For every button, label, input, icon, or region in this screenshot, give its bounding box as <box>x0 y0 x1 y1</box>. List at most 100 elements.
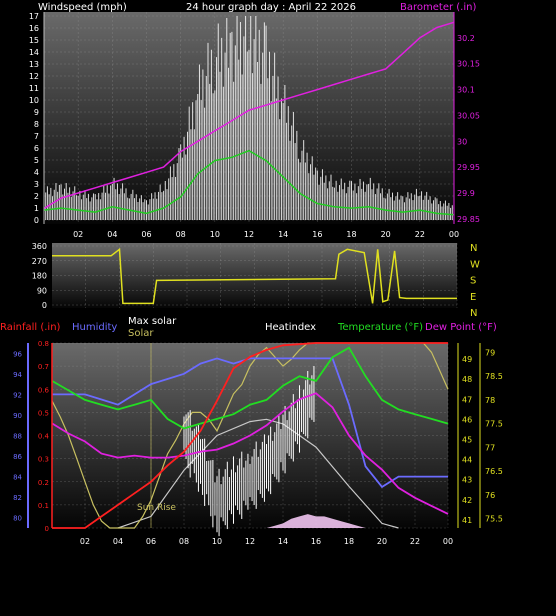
compass-label: N <box>470 243 477 254</box>
humidity-tick-label: 88 <box>13 433 22 441</box>
humidity-tick-label: 96 <box>13 350 22 358</box>
time-tick-label: 18 <box>346 230 356 239</box>
windspeed-tick-label: 1 <box>34 204 39 213</box>
temperature-time-axis: 02 04 06 08 10 12 14 16 18 20 22 00 <box>80 537 453 546</box>
dew-point-tick-label: 45 <box>462 436 472 445</box>
windspeed-tick-label: 2 <box>34 192 39 201</box>
time-tick-label: 12 <box>245 537 255 546</box>
direction-tick-label: 0 <box>42 301 47 310</box>
weather-graph-page: 0 1 2 3 4 5 6 7 8 9 10 11 12 13 14 15 16 17 29.85 29.9 29.9… <box>0 0 556 612</box>
time-tick-label: 06 <box>146 537 156 546</box>
dew-point-tick-label: 47 <box>462 395 472 404</box>
rainfall-tick-label: 0.4 <box>38 433 50 441</box>
compass-label: N <box>470 308 477 319</box>
wind-barometer-chart: 01234567891011121314151617 29.8529.929.9… <box>29 2 480 239</box>
time-tick-label: 14 <box>278 537 288 546</box>
humidity-tick-label: 86 <box>13 453 22 461</box>
time-tick-label: 04 <box>113 537 123 546</box>
direction-tick-label: 270 <box>32 257 47 266</box>
humidity-tick-label: 92 <box>13 391 22 399</box>
dew-point-tick-label: 48 <box>462 375 472 384</box>
time-tick-label: 08 <box>176 230 186 239</box>
sunrise-label: Sun Rise <box>137 503 176 513</box>
temperature-tick-label: 79 <box>485 348 495 357</box>
solar-legend: Solar <box>128 328 154 339</box>
humidity-tick-label: 80 <box>13 515 22 523</box>
rainfall-tick-label: 0.1 <box>38 502 49 510</box>
rainfall-tick-label: 0 <box>45 525 49 533</box>
windspeed-tick-label: 4 <box>34 168 39 177</box>
time-tick-label: 10 <box>212 537 222 546</box>
time-tick-label: 10 <box>210 230 220 239</box>
windspeed-axis: 01234567891011121314151617 <box>29 12 45 225</box>
dew-point-tick-label: 41 <box>462 516 472 525</box>
time-tick-label: 20 <box>381 230 391 239</box>
time-tick-label: 12 <box>244 230 254 239</box>
rainfall-tick-label: 0.5 <box>38 409 49 417</box>
windspeed-tick-label: 13 <box>29 60 39 69</box>
wind-direction-chart: 0 90 180 270 360 NWSEN <box>32 242 480 319</box>
barometer-tick-label: 30.2 <box>457 34 475 43</box>
barometer-tick-label: 30 <box>457 137 467 146</box>
temperature-tick-label: 77 <box>485 443 495 452</box>
temperature-legend: Temperature (°F) <box>337 322 423 333</box>
time-tick-label: 04 <box>107 230 117 239</box>
temperature-tick-label: 75.5 <box>485 515 503 524</box>
barometer-label: Barometer (.in) <box>400 2 476 13</box>
rainfall-tick-label: 0.2 <box>38 479 49 487</box>
barometer-axis: 29.85 29.9 29.95 30 30.05 30.1 30.15 30.2 <box>453 12 480 224</box>
rainfall-tick-label: 0.3 <box>38 456 49 464</box>
rainfall-tick-label: 0.6 <box>38 386 50 394</box>
compass-axis: NWSEN <box>470 243 480 319</box>
windspeed-label: Windspeed (mph) <box>38 2 127 13</box>
barometer-tick-label: 30.1 <box>457 86 475 95</box>
humidity-tick-label: 94 <box>13 371 22 379</box>
rainfall-tick-label: 0.8 <box>38 340 49 348</box>
time-tick-label: 22 <box>415 230 425 239</box>
time-tick-label: 02 <box>73 230 83 239</box>
graph-title: 24 hour graph day : April 22 2026 <box>186 2 356 13</box>
time-tick-label: 22 <box>410 537 420 546</box>
windspeed-tick-label: 8 <box>34 120 39 129</box>
rainfall-legend: Rainfall (.in) <box>0 322 61 333</box>
windspeed-tick-label: 16 <box>29 24 39 33</box>
dew-point-legend: Dew Point (°F) <box>425 322 497 333</box>
temperature-humidity-chart: 0 0.1 0.2 0.3 0.4 0.5 0.6 0.7 0.8 80 82 84 86 88 90 92 9… <box>0 316 503 546</box>
barometer-tick-label: 30.05 <box>457 111 480 120</box>
humidity-tick-label: 90 <box>13 412 22 420</box>
time-tick-label: 18 <box>344 537 354 546</box>
windspeed-tick-label: 14 <box>29 48 39 57</box>
heatindex-legend: Heatindex <box>265 322 316 333</box>
dew-point-tick-label: 44 <box>462 456 472 465</box>
direction-tick-label: 180 <box>32 272 47 281</box>
windspeed-tick-label: 3 <box>34 180 39 189</box>
windspeed-tick-label: 9 <box>34 108 39 117</box>
dew-point-tick-label: 49 <box>462 355 472 364</box>
max-solar-legend: Max solar <box>128 316 177 327</box>
dew-point-tick-label: 42 <box>462 496 472 505</box>
time-tick-label: 00 <box>443 537 453 546</box>
compass-label: W <box>470 259 480 270</box>
rainfall-tick-label: 0.7 <box>38 363 49 371</box>
windspeed-tick-label: 0 <box>34 216 39 225</box>
compass-label: E <box>470 292 476 303</box>
humidity-legend: Humidity <box>72 322 117 333</box>
windspeed-tick-label: 10 <box>29 96 39 105</box>
time-tick-label: 00 <box>449 230 459 239</box>
temperature-tick-label: 76 <box>485 491 495 500</box>
dew-point-tick-label: 43 <box>462 476 472 485</box>
barometer-tick-label: 29.9 <box>457 189 475 198</box>
windspeed-tick-label: 17 <box>29 12 39 21</box>
wind-time-axis: 02 04 06 08 10 12 14 16 18 20 22 00 <box>73 230 459 239</box>
direction-tick-label: 360 <box>32 242 47 251</box>
dew-point-tick-label: 46 <box>462 415 472 424</box>
windspeed-tick-label: 12 <box>29 72 39 81</box>
barometer-tick-label: 29.85 <box>457 215 480 224</box>
direction-degrees-axis: 0 90 180 270 360 <box>32 242 47 310</box>
temperature-tick-label: 76.5 <box>485 467 503 476</box>
time-tick-label: 06 <box>141 230 151 239</box>
weather-graph-svg: 01234567891011121314151617 29.8529.929.9… <box>0 2 503 546</box>
temperature-tick-label: 78 <box>485 396 495 405</box>
barometer-tick-label: 29.95 <box>457 163 480 172</box>
direction-tick-label: 90 <box>37 286 47 295</box>
